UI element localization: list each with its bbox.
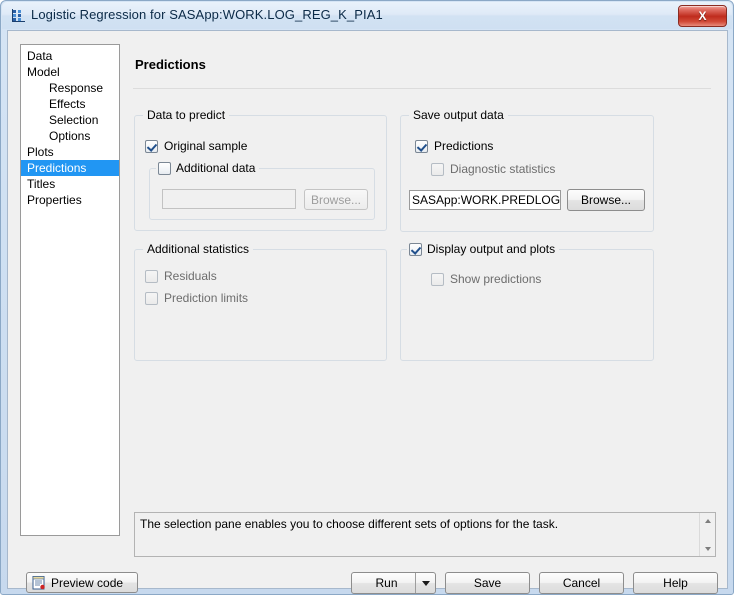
sidebar-item-plots[interactable]: Plots: [21, 144, 119, 160]
group-data-to-predict: Data to predict Original sample Addition…: [134, 108, 387, 231]
sidebar-item-model[interactable]: Model: [21, 64, 119, 80]
checkbox-show-predictions[interactable]: Show predictions: [431, 272, 541, 286]
checkbox-show-predictions-box[interactable]: [431, 272, 444, 286]
checkbox-additional-data[interactable]: Additional data: [156, 160, 260, 176]
sidebar-item-options[interactable]: Options: [21, 128, 119, 144]
content-pane: Predictions Data to predict Original sam…: [128, 44, 716, 536]
scroll-down-arrow-icon[interactable]: [700, 541, 715, 556]
checkbox-additional-data-label: Additional data: [176, 161, 256, 175]
help-scrollbar[interactable]: [699, 513, 715, 556]
checkbox-prediction-limits[interactable]: Prediction limits: [145, 291, 248, 305]
sidebar-item-selection[interactable]: Selection: [21, 112, 119, 128]
checkbox-save-predictions[interactable]: Predictions: [415, 139, 493, 153]
save-button[interactable]: Save: [445, 572, 530, 594]
page-title: Predictions: [135, 57, 206, 72]
checkbox-original-sample-box[interactable]: [145, 139, 158, 153]
sidebar-item-titles[interactable]: Titles: [21, 176, 119, 192]
checkbox-diagnostic-statistics-label: Diagnostic statistics: [450, 162, 556, 176]
sidebar-item-properties[interactable]: Properties: [21, 192, 119, 208]
checkbox-display-output-and-plots-label: Display output and plots: [427, 242, 556, 256]
checkbox-display-output-and-plots-box[interactable]: [409, 242, 422, 256]
dialog-client-area: Data Model Response Effects Selection Op…: [7, 30, 728, 594]
group-label-additional-statistics: Additional statistics: [143, 242, 254, 256]
group-additional-statistics: Additional statistics Residuals Predicti…: [134, 242, 387, 361]
preview-code-label: Preview code: [51, 575, 124, 590]
checkbox-show-predictions-label: Show predictions: [450, 272, 542, 286]
checkbox-original-sample-label: Original sample: [164, 139, 248, 153]
checkbox-diagnostic-statistics[interactable]: Diagnostic statistics: [431, 162, 555, 176]
checkbox-save-predictions-label: Predictions: [434, 139, 494, 153]
checkbox-diagnostic-statistics-box[interactable]: [431, 162, 444, 176]
scroll-up-arrow-icon[interactable]: [700, 513, 715, 528]
window-title: Logistic Regression for SASApp:WORK.LOG_…: [31, 7, 383, 22]
help-button[interactable]: Help: [633, 572, 718, 594]
preview-code-button[interactable]: Preview code: [26, 572, 138, 593]
output-dataset-input[interactable]: SASApp:WORK.PREDLOGREG: [409, 190, 561, 210]
additional-data-browse-button[interactable]: Browse...: [304, 189, 368, 210]
close-button[interactable]: X: [678, 5, 727, 27]
checkbox-residuals-label: Residuals: [164, 269, 217, 283]
sidebar-item-effects[interactable]: Effects: [21, 96, 119, 112]
run-button[interactable]: Run: [351, 572, 436, 594]
group-label-data-to-predict: Data to predict: [143, 108, 230, 122]
cancel-button[interactable]: Cancel: [539, 572, 624, 594]
additional-data-input[interactable]: [162, 189, 296, 209]
group-save-output-data: Save output data Predictions Diagnostic …: [400, 108, 654, 232]
checkbox-prediction-limits-label: Prediction limits: [164, 291, 249, 305]
title-separator: [133, 88, 711, 89]
checkbox-original-sample[interactable]: Original sample: [145, 139, 247, 153]
title-bar[interactable]: Logistic Regression for SASApp:WORK.LOG_…: [2, 2, 732, 29]
help-description-pane: The selection pane enables you to choose…: [134, 512, 716, 557]
output-dataset-browse-button[interactable]: Browse...: [567, 189, 645, 211]
checkbox-residuals[interactable]: Residuals: [145, 269, 217, 283]
sas-task-icon: [11, 8, 27, 24]
navigation-pane[interactable]: Data Model Response Effects Selection Op…: [20, 44, 120, 536]
checkbox-display-output-and-plots[interactable]: Display output and plots: [407, 241, 560, 257]
checkbox-residuals-box[interactable]: [145, 269, 158, 283]
dialog-window: Logistic Regression for SASApp:WORK.LOG_…: [0, 0, 734, 595]
group-additional-data: Additional data Browse...: [149, 160, 375, 220]
notepad-icon: [32, 575, 46, 590]
sidebar-item-predictions[interactable]: Predictions: [21, 160, 119, 176]
checkbox-prediction-limits-box[interactable]: [145, 291, 158, 305]
group-display-output-and-plots: Display output and plots Show prediction…: [400, 241, 654, 361]
chevron-down-icon[interactable]: [416, 573, 435, 593]
close-icon: X: [698, 9, 707, 23]
help-description-text: The selection pane enables you to choose…: [140, 517, 559, 531]
sidebar-item-response[interactable]: Response: [21, 80, 119, 96]
checkbox-additional-data-box[interactable]: [158, 161, 171, 175]
run-button-label: Run: [375, 576, 398, 590]
checkbox-save-predictions-box[interactable]: [415, 139, 428, 153]
sidebar-item-data[interactable]: Data: [21, 48, 119, 64]
group-label-save-output-data: Save output data: [409, 108, 508, 122]
